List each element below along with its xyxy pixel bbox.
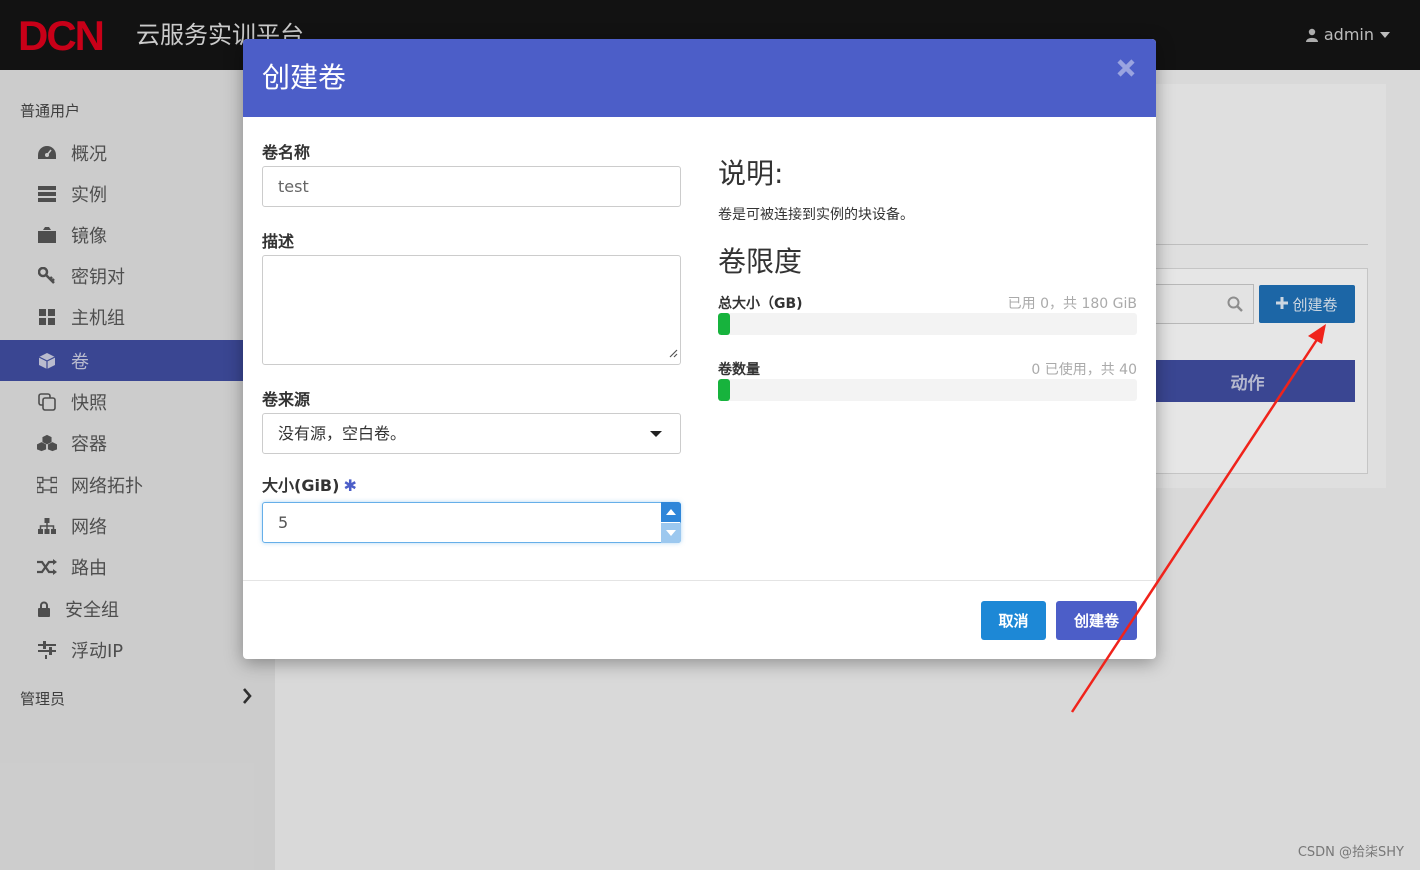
cube-icon — [37, 351, 57, 371]
size-spinner — [661, 502, 681, 543]
grid-icon — [37, 307, 57, 327]
user-menu[interactable]: admin — [1305, 25, 1390, 44]
spin-up-button[interactable] — [661, 502, 681, 522]
quota-size-label: 总大小（GB) — [718, 296, 803, 312]
size-label: 大小(GiB) ✱ — [262, 472, 357, 496]
create-volume-modal: 创建卷 卷名称 test 描述 卷来源 没有源，空白卷。 大小(GiB)✱ 5 — [243, 39, 1156, 659]
size-value: 5 — [278, 513, 289, 532]
description-label: 描述 — [262, 232, 295, 251]
sidebar-item-containers[interactable]: 容器 — [0, 422, 275, 463]
modal-footer: 取消 创建卷 — [243, 580, 1156, 659]
help-title: 说明: — [718, 157, 784, 190]
submit-create-volume-button[interactable]: 创建卷 — [1056, 601, 1137, 640]
watermark: CSDN @拾柒SHY — [1297, 845, 1404, 860]
volume-source-select[interactable]: 没有源，空白卷。 — [262, 413, 681, 454]
sidebar-item-label: 概况 — [71, 143, 107, 165]
key-icon — [37, 266, 57, 286]
caret-down-icon — [1380, 31, 1390, 38]
chevron-right-icon[interactable] — [242, 688, 252, 708]
search-icon — [1227, 296, 1243, 312]
cubes-icon — [37, 433, 57, 453]
sidebar-item-label: 镜像 — [71, 225, 107, 247]
quota-size-bar — [718, 313, 1137, 335]
modal-header: 创建卷 — [243, 39, 1156, 117]
image-icon — [37, 225, 57, 245]
quota-count-bar — [718, 379, 1137, 401]
spin-down-button[interactable] — [661, 523, 681, 543]
sidebar-item-overview[interactable]: 概况 — [0, 132, 275, 173]
create-volume-button[interactable]: 创建卷 — [1259, 285, 1355, 323]
dashboard-icon — [37, 143, 57, 163]
close-icon[interactable] — [1116, 58, 1138, 80]
topology-icon — [37, 475, 57, 495]
quota-count-fill — [718, 379, 730, 401]
sitemap-icon — [37, 516, 57, 536]
server-icon — [37, 184, 57, 204]
lock-icon — [37, 599, 51, 619]
sidebar-item-instances[interactable]: 实例 — [0, 173, 275, 214]
required-asterisk-icon: ✱ — [343, 476, 357, 495]
dcn-logo[interactable]: DCN — [18, 14, 105, 58]
caret-down-icon — [650, 431, 662, 437]
plus-icon — [1276, 295, 1289, 313]
sidebar-item-network-topology[interactable]: 网络拓扑 — [0, 464, 275, 505]
sidebar-item-volumes[interactable]: 卷 — [0, 340, 275, 381]
volume-name-label: 卷名称 — [262, 143, 311, 162]
sidebar-item-security-groups[interactable]: 安全组 — [0, 588, 275, 629]
quota-size-value: 已用 0，共 180 GiB — [1007, 296, 1137, 312]
help-text: 卷是可被连接到实例的块设备。 — [718, 207, 914, 223]
quota-count-label: 卷数量 — [718, 362, 760, 378]
caret-up-icon — [666, 509, 676, 515]
sidebar-section-user[interactable]: 普通用户 — [20, 100, 80, 121]
sidebar-item-hostgroups[interactable]: 主机组 — [0, 296, 275, 337]
sidebar-item-label: 浮动IP — [71, 640, 124, 662]
sidebar-item-label: 快照 — [71, 392, 107, 414]
modal-title: 创建卷 — [262, 61, 347, 94]
resize-grip-icon[interactable] — [668, 343, 678, 362]
description-textarea[interactable] — [262, 255, 681, 365]
divider — [1156, 244, 1368, 245]
sidebar-item-images[interactable]: 镜像 — [0, 214, 275, 255]
create-volume-button-label: 创建卷 — [1292, 295, 1338, 314]
sidebar-item-label: 密钥对 — [71, 266, 125, 288]
sidebar: 普通用户 概况 实例 镜像 密钥对 主机组 卷 快照 容器 网络拓扑 网络 路由… — [0, 70, 275, 870]
modal-body: 卷名称 test 描述 卷来源 没有源，空白卷。 大小(GiB) ✱ 5 说明: … — [243, 117, 1156, 580]
sidebar-item-snapshots[interactable]: 快照 — [0, 381, 275, 422]
sidebar-item-label: 路由 — [71, 557, 107, 579]
volume-name-input[interactable]: test — [262, 166, 681, 207]
quota-count-value: 0 已使用，共 40 — [1031, 362, 1137, 378]
search-input[interactable] — [1150, 284, 1254, 324]
sidebar-item-label: 实例 — [71, 184, 107, 206]
table-header-actions: 动作 — [1140, 360, 1355, 402]
volume-source-label: 卷来源 — [262, 390, 311, 409]
limits-title: 卷限度 — [718, 245, 803, 278]
sidebar-item-label: 容器 — [71, 433, 107, 455]
sidebar-item-networks[interactable]: 网络 — [0, 505, 275, 546]
user-name: admin — [1323, 25, 1374, 44]
size-number-input[interactable]: 5 — [262, 502, 681, 543]
quota-size-fill — [718, 313, 730, 335]
user-icon — [1305, 28, 1318, 42]
sidebar-item-label: 网络拓扑 — [71, 475, 143, 497]
sliders-icon — [37, 640, 57, 660]
sidebar-item-label: 安全组 — [65, 599, 119, 621]
random-icon — [37, 557, 57, 577]
cancel-button[interactable]: 取消 — [981, 601, 1046, 640]
snapshot-icon — [37, 392, 57, 412]
sidebar-item-keypairs[interactable]: 密钥对 — [0, 255, 275, 296]
sidebar-item-label: 卷 — [71, 351, 89, 373]
sidebar-item-floating-ips[interactable]: 浮动IP — [0, 629, 275, 670]
sidebar-item-label: 主机组 — [71, 307, 125, 329]
caret-down-icon — [666, 530, 676, 536]
size-label-text: 大小(GiB) — [262, 476, 340, 495]
sidebar-item-label: 网络 — [71, 516, 107, 538]
sidebar-item-routers[interactable]: 路由 — [0, 546, 275, 587]
volume-source-selected: 没有源，空白卷。 — [278, 424, 407, 443]
sidebar-section-admin[interactable]: 管理员 — [20, 688, 65, 709]
